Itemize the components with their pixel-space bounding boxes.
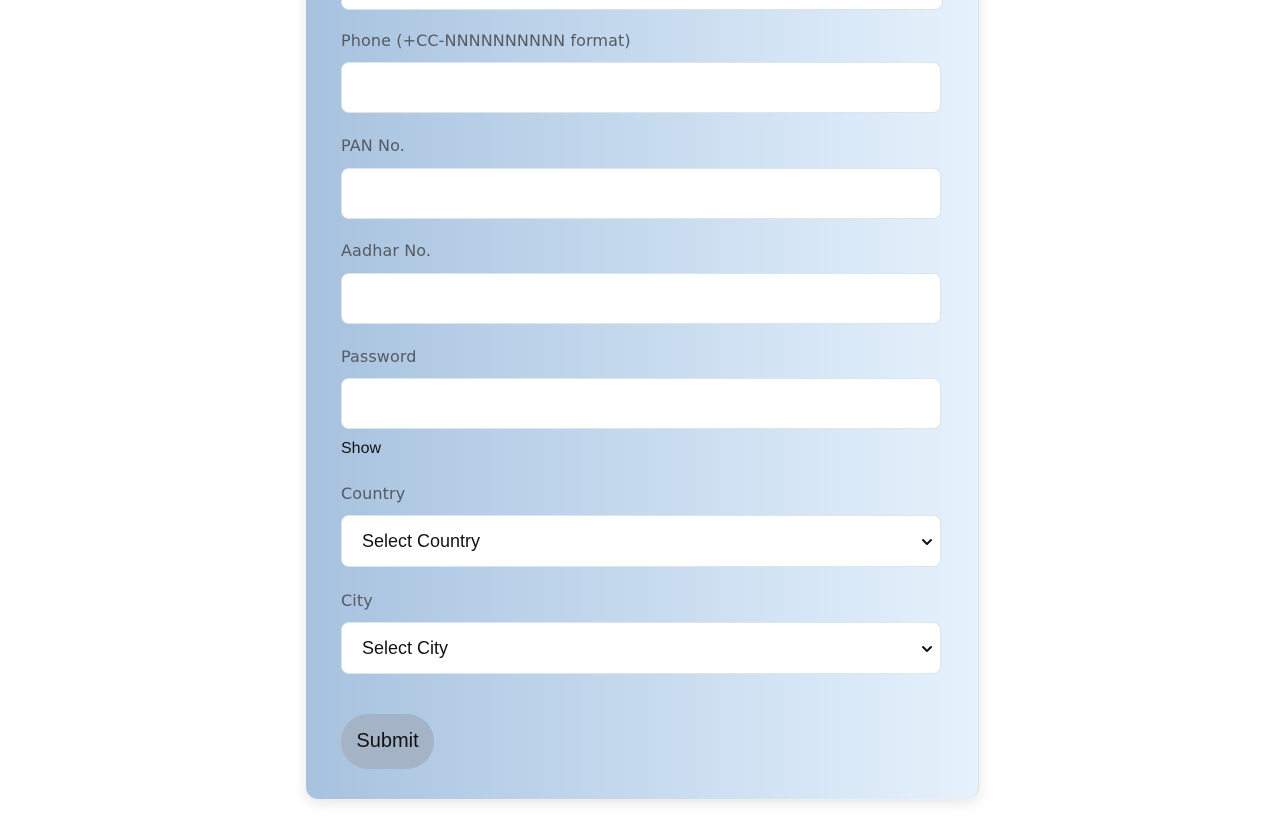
chevron-down-icon [922, 539, 932, 545]
phone-label: Phone (+CC-NNNNNNNNNN format) [341, 31, 631, 50]
password-label: Password [341, 347, 417, 366]
city-select-value: Select City [362, 637, 449, 658]
previous-input-field[interactable] [341, 0, 943, 10]
chevron-down-icon [922, 646, 932, 652]
aadhar-input[interactable] [341, 273, 941, 324]
pan-label: PAN No. [341, 136, 405, 155]
phone-input[interactable] [341, 62, 941, 113]
submit-button[interactable]: Submit [341, 714, 434, 769]
country-select-value: Select Country [362, 530, 481, 551]
aadhar-label: Aadhar No. [341, 241, 432, 260]
city-select[interactable]: Select City [341, 622, 941, 674]
city-label: City [341, 591, 373, 610]
pan-input[interactable] [341, 168, 941, 219]
password-input[interactable] [341, 378, 941, 429]
country-select[interactable]: Select Country [341, 515, 941, 567]
country-label: Country [341, 484, 406, 503]
show-password-toggle[interactable]: Show [341, 440, 381, 458]
